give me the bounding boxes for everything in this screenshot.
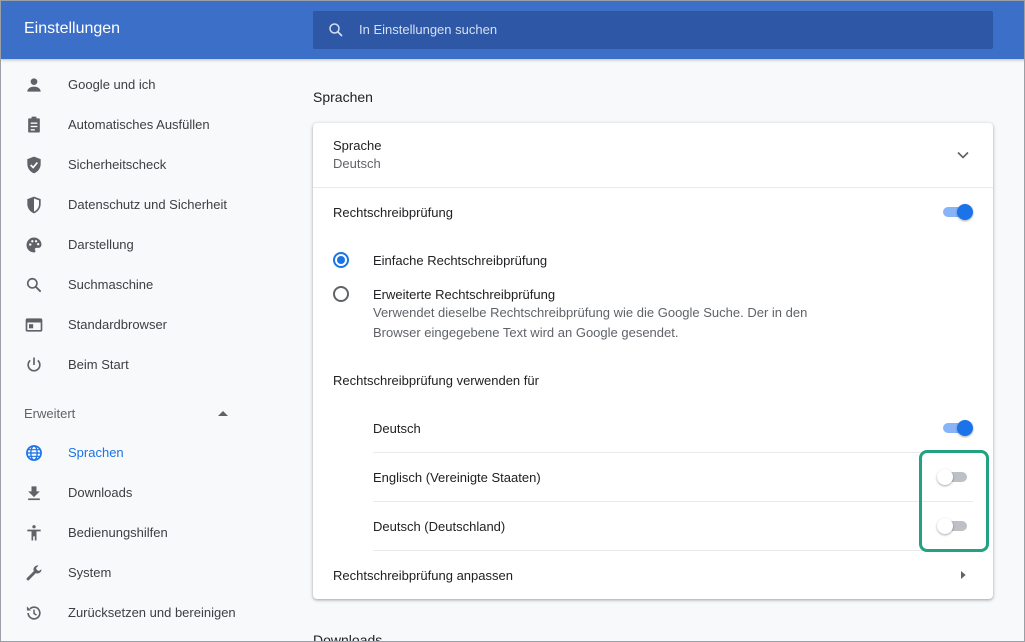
sidebar-item-label: Zurücksetzen und bereinigen [68,605,236,620]
download-icon [28,486,40,501]
spellcheck-language-name: Deutsch [373,421,421,436]
globe-icon [26,445,42,461]
chevron-down-icon[interactable] [953,145,973,165]
sidebar-item-label: Downloads [68,485,133,500]
languages-card: Sprache Deutsch Rechtschreibprüfung Einf… [313,123,993,599]
sidebar-item-search-engine[interactable]: Suchmaschine [1,265,261,305]
basic-spellcheck-label: Einfache Rechtschreibprüfung [373,253,548,268]
settings-search-box[interactable]: In Einstellungen suchen [313,11,993,49]
divider [373,452,973,453]
section-heading-downloads: Downloads [313,632,383,642]
language-value: Deutsch [333,156,381,171]
clipboard-icon [28,116,40,133]
language-title: Sprache [333,138,382,153]
enhanced-spellcheck-label: Erweiterte Rechtschreibprüfung [373,287,556,302]
settings-window: Einstellungen In Einstellungen suchen Go… [0,0,1025,642]
sidebar-item-label: Sprachen [68,445,124,460]
sidebar-item-system[interactable]: System [1,553,261,593]
shield-half-icon [27,196,41,214]
palette-icon [26,237,42,253]
search-icon [329,23,343,37]
sidebar-item-privacy[interactable]: Datenschutz und Sicherheit [1,185,261,225]
divider [373,501,973,502]
customize-spellcheck-label: Rechtschreibprüfung anpassen [333,568,513,583]
reset-icon [26,606,41,620]
enhanced-spellcheck-radio[interactable] [333,286,349,302]
sidebar-item-default-browser[interactable]: Standardbrowser [1,305,261,345]
enhanced-spellcheck-desc-line2: Browser eingegebene Text wird an Google … [373,325,679,340]
page-title: Einstellungen [24,20,121,37]
basic-spellcheck-radio[interactable] [333,252,349,268]
sidebar-item-reset[interactable]: Zurücksetzen und bereinigen [1,593,261,633]
sidebar-item-on-startup[interactable]: Beim Start [1,345,261,385]
shield-check-icon [27,156,41,174]
sidebar-item-label: Automatisches Ausfüllen [68,117,210,132]
spellcheck-language-name: Deutsch (Deutschland) [373,519,506,534]
sidebar-item-downloads[interactable]: Downloads [1,473,261,513]
sidebar-item-accessibility[interactable]: Bedienungshilfen [1,513,261,553]
sidebar-item-label: Sicherheitscheck [68,157,167,172]
accessibility-icon [27,525,41,541]
top-bar: Einstellungen In Einstellungen suchen [1,1,1024,59]
sidebar-item-label: Standardbrowser [68,317,167,332]
wrench-icon [26,565,42,581]
sidebar-item-label: Bedienungshilfen [68,525,168,540]
sidebar-item-google-und-ich[interactable]: Google und ich [1,65,261,105]
divider [313,187,993,188]
enhanced-spellcheck-desc-line1: Verwendet dieselbe Rechtschreibprüfung w… [373,305,808,320]
sidebar-item-label: Beim Start [68,357,129,372]
highlight-box [919,450,989,552]
advanced-section-toggle[interactable]: Erweitert [24,406,75,421]
spellcheck-toggle[interactable] [941,202,975,222]
spellcheck-language-toggle-deutsch[interactable] [941,418,975,438]
sidebar-nav: Google und ich Automatisches Ausfüllen S… [1,59,261,641]
sidebar-item-label: System [68,565,112,580]
sidebar-item-label: Suchmaschine [68,277,154,292]
sidebar-item-label: Datenschutz und Sicherheit [68,197,227,212]
sidebar-item-label: Google und ich [68,77,156,92]
person-icon [27,78,41,92]
sidebar-item-label: Darstellung [68,237,134,252]
browser-window-icon [25,318,43,332]
chevron-right-icon[interactable] [955,567,971,583]
sidebar-item-autofill[interactable]: Automatisches Ausfüllen [1,105,261,145]
sidebar-item-languages[interactable]: Sprachen [1,433,261,473]
spellcheck-use-for-label: Rechtschreibprüfung verwenden für [333,373,539,388]
search-icon [26,277,42,293]
spellcheck-language-name: Englisch (Vereinigte Staaten) [373,470,541,485]
language-row[interactable]: Sprache Deutsch [313,123,993,187]
search-input[interactable]: In Einstellungen suchen [359,22,497,37]
spellcheck-label: Rechtschreibprüfung [333,205,453,220]
section-heading-languages: Sprachen [313,89,373,105]
sidebar-item-appearance[interactable]: Darstellung [1,225,261,265]
customize-spellcheck-row[interactable]: Rechtschreibprüfung anpassen [313,551,993,599]
chevron-up-icon[interactable] [218,411,228,416]
sidebar-item-safety-check[interactable]: Sicherheitscheck [1,145,261,185]
power-icon [27,357,41,372]
